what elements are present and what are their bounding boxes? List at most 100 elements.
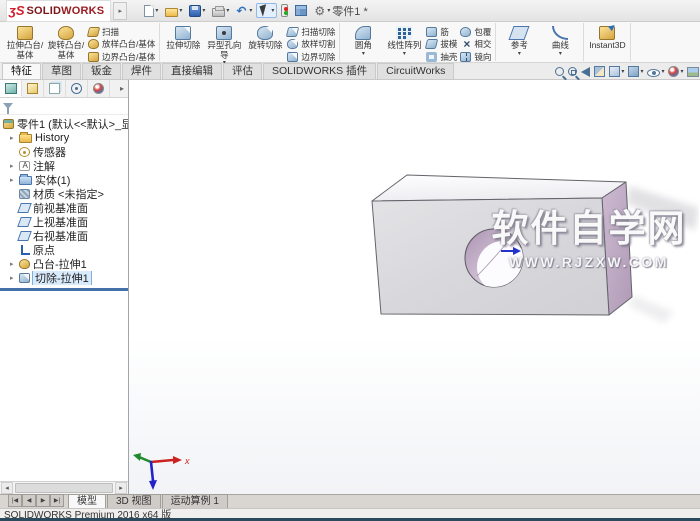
dropdown-caret-icon[interactable]: ▾ [327,8,330,14]
tree-item-cut-extrude1[interactable]: ▸ 切除-拉伸1 [0,271,128,285]
menu-expand-arrow[interactable]: ▸ [113,1,128,20]
ribbon-tab-2[interactable]: 草图 [42,63,81,79]
tree-item-origin[interactable]: 原点 [0,243,128,257]
panel-tab-propertymanager[interactable] [22,80,44,97]
tree-root-item[interactable]: 零件1 (默认<<默认>_显示状态 [0,117,128,131]
revolve-boss-icon [58,26,74,40]
document-tab-3[interactable]: 运动算例 1 [161,494,228,508]
display-style-button[interactable]: ▾ [628,66,643,77]
dropdown-caret-icon[interactable]: ▾ [559,51,562,57]
expand-arrow-icon[interactable]: ▸ [10,260,19,268]
shell-button[interactable]: 抽壳 [426,51,457,62]
zoom-to-area-button[interactable] [568,67,578,76]
extruded-cut-button[interactable]: 拉伸切除 [164,24,202,51]
section-view-button[interactable] [594,66,606,77]
dropdown-caret-icon[interactable]: ▾ [202,8,205,14]
rebuild-button[interactable] [278,2,291,19]
boundary-boss-button[interactable]: 边界凸台/基体 [88,51,155,62]
expand-arrow-icon[interactable]: ▸ [10,176,19,184]
expand-arrow-icon[interactable]: ▸ [10,274,19,282]
hide-show-items-button[interactable]: ▾ [647,67,664,77]
dropdown-caret-icon[interactable]: ▾ [661,69,664,75]
curves-button[interactable]: 曲线 ▾ [541,24,579,57]
model-shadow [627,186,699,323]
revolve-boss-button[interactable]: 旋转凸台/基体 [47,24,85,60]
panel-tab-configurationmanager[interactable] [44,80,66,97]
boundary-cut-button[interactable]: 边界切除 [287,51,335,62]
edit-appearance-button[interactable]: ▾ [668,66,683,77]
hole-wizard-button[interactable]: 异型孔向导▾ [205,24,243,66]
previous-view-button[interactable] [581,66,591,77]
apply-scene-button[interactable]: ▾ [687,66,700,77]
linear-pattern-button[interactable]: 线性阵列 ▾ [385,24,423,57]
dropdown-caret-icon[interactable]: ▾ [403,51,406,57]
tree-filter-row[interactable] [0,98,128,115]
print-button[interactable]: ▾ [209,3,232,19]
panel-horizontal-scrollbar[interactable]: ◂ ▸ [0,481,128,494]
dropdown-caret-icon[interactable]: ▾ [680,69,683,75]
panel-tab-featuremanager-tree[interactable] [0,80,22,97]
expand-arrow-icon[interactable]: ▸ [10,162,19,170]
tree-item-history-folder[interactable]: ▸ History [0,131,128,145]
wrap-button[interactable]: 包覆 [460,26,491,37]
tree-item-front-plane[interactable]: 前视基准面 [0,201,128,215]
undo-button[interactable]: ↶ ▾ [233,3,255,19]
zoom-to-fit-button[interactable] [555,67,565,76]
dropdown-caret-icon[interactable]: ▾ [155,8,158,14]
ribbon-tab-8[interactable]: CircuitWorks [377,63,455,79]
dropdown-caret-icon[interactable]: ▾ [518,51,521,57]
block-top-face[interactable] [371,174,627,202]
graphics-viewport[interactable]: x 软件自学网 WWW.RJZXW.COM [129,80,700,494]
ribbon-tab-3[interactable]: 钣金 [82,63,121,79]
tree-item-boss-extrude1[interactable]: ▸ 凸台-拉伸1 [0,257,128,271]
new-button[interactable]: ▾ [141,3,161,19]
open-button[interactable]: ▾ [162,3,185,19]
scroll-thumb[interactable] [15,483,113,493]
dropdown-caret-icon[interactable]: ▾ [226,8,229,14]
revolved-cut-button[interactable]: 旋转切除 [246,24,284,51]
dropdown-caret-icon[interactable]: ▾ [621,69,624,75]
save-button[interactable]: ▾ [186,3,208,19]
tree-item-solid-bodies-folder[interactable]: ▸ 实体(1) [0,173,128,187]
fillet-button[interactable]: 圆角 ▾ [344,24,382,57]
expand-arrow-icon[interactable]: ▸ [10,134,19,142]
extrude-boss-button[interactable]: 拉伸凸台/基体 [6,24,44,60]
ribbon-tab-7[interactable]: SOLIDWORKS 插件 [263,63,377,79]
tree-item-material[interactable]: 材质 <未指定> [0,187,128,201]
rib-button[interactable]: 筋 [426,26,457,37]
panel-tabs: ▸ [0,80,128,98]
panel-tab-dimxpertmanager[interactable] [66,80,88,97]
dropdown-caret-icon[interactable]: ▾ [362,51,365,57]
ribbon-tab-5[interactable]: 直接编辑 [162,63,222,79]
dropdown-caret-icon[interactable]: ▾ [179,8,182,14]
instant3d-button[interactable]: Instant3D [588,24,626,51]
scroll-left-arrow[interactable]: ◂ [1,482,13,494]
dropdown-caret-icon[interactable]: ▾ [271,8,274,14]
fillet-icon [355,26,372,40]
draft-icon [425,39,439,49]
draft-button[interactable]: 拔模 [425,39,457,50]
display-pane-button[interactable] [292,3,310,18]
mirror-button[interactable]: 镜向 [460,51,491,62]
dropdown-caret-icon[interactable]: ▾ [640,69,643,75]
scroll-right-arrow[interactable]: ▸ [115,482,127,494]
reference-geometry-button[interactable]: 参考 ▾ [500,24,538,57]
view-orientation-button[interactable]: ▾ [609,66,624,77]
select-button[interactable]: ▾ [256,3,278,18]
swept-boss-button[interactable]: 扫描 [86,26,155,37]
options-button[interactable]: ⚙ ▾ [311,3,333,19]
ribbon-tab-1[interactable]: 特征 [2,63,41,79]
tree-item-right-plane[interactable]: 右视基准面 [0,229,128,243]
tree-item-sensors[interactable]: 传感器 [0,145,128,159]
dropdown-caret-icon[interactable]: ▾ [249,8,252,14]
lofted-cut-button[interactable]: 放样切割 [287,39,335,50]
intersect-button[interactable]: 相交 [460,37,491,51]
panel-tabs-overflow-arrow[interactable]: ▸ [116,80,128,97]
tree-item-top-plane[interactable]: 上视基准面 [0,215,128,229]
lofted-boss-button[interactable]: 放样凸台/基体 [88,39,155,50]
tree-item-annotations[interactable]: ▸ 注解 [0,159,128,173]
panel-tab-displaymanager-appearance[interactable] [88,80,110,97]
swept-cut-button[interactable]: 扫描切除 [286,26,335,37]
ribbon-tab-6[interactable]: 评估 [223,63,262,79]
ribbon-tab-4[interactable]: 焊件 [122,63,161,79]
